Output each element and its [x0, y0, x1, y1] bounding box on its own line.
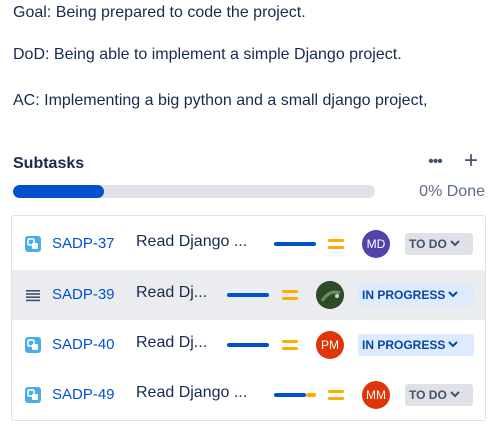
subtask-icon [25, 387, 41, 403]
chevron-down-icon [450, 240, 460, 247]
medium-priority-icon [274, 242, 316, 246]
subtasks-heading: Subtasks [13, 155, 85, 172]
medium-priority-icon [227, 293, 269, 297]
subtask-key[interactable]: SADP-37 [52, 235, 115, 252]
medium-priority-icon [227, 343, 269, 347]
avatar-initials: PM [321, 338, 339, 352]
subtask-row[interactable]: SADP-40 Read Dj... PM IN PROGRESS [12, 320, 485, 370]
rank-equal-icon [282, 340, 298, 350]
goal-text: Goal: Being prepared to code the project… [13, 4, 306, 21]
status-label: IN PROGRESS [362, 288, 446, 302]
subtasks-progress-fill [13, 185, 104, 198]
subtask-summary[interactable]: Read Django ... [136, 384, 266, 402]
subtask-icon [25, 337, 41, 353]
avatar[interactable]: MM [362, 381, 390, 409]
acceptance-criteria-text: AC: Implementing a big python and a smal… [13, 92, 428, 109]
rank-equal-icon [282, 290, 298, 300]
avatar-initials: MM [366, 388, 386, 402]
status-dropdown[interactable]: IN PROGRESS [358, 334, 474, 356]
subtasks-progress-bar [13, 185, 375, 198]
status-dropdown[interactable]: TO DO [405, 233, 473, 255]
subtask-row[interactable]: SADP-39 Read Dj... IN PROGRESS [12, 270, 485, 320]
more-actions-button[interactable]: ••• [424, 150, 446, 174]
chevron-down-icon [448, 341, 459, 348]
status-label: IN PROGRESS [362, 338, 446, 352]
dod-text: DoD: Being able to implement a simple Dj… [13, 46, 402, 63]
drag-handle-icon[interactable] [25, 287, 41, 303]
avatar[interactable]: PM [316, 331, 344, 359]
status-label: TO DO [409, 388, 447, 402]
rank-equal-icon [328, 390, 344, 400]
medium-priority-icon [274, 393, 316, 397]
subtask-summary[interactable]: Read Dj... [136, 284, 214, 302]
subtask-key[interactable]: SADP-49 [52, 386, 115, 403]
status-label: TO DO [409, 237, 447, 251]
avatar[interactable]: MD [362, 230, 390, 258]
avatar[interactable] [316, 281, 344, 309]
subtask-row[interactable]: SADP-49 Read Django ... MM TO DO [12, 370, 485, 420]
subtask-key[interactable]: SADP-40 [52, 336, 115, 353]
chevron-down-icon [450, 391, 460, 398]
subtasks-list: SADP-37 Read Django ... MD TO DO SADP-39… [11, 215, 486, 421]
subtask-icon [25, 236, 41, 252]
subtask-row[interactable]: SADP-37 Read Django ... MD TO DO [12, 219, 485, 269]
status-dropdown[interactable]: TO DO [405, 384, 473, 406]
subtask-summary[interactable]: Read Dj... [136, 334, 214, 352]
add-subtask-button[interactable]: + [459, 148, 483, 174]
subtask-summary[interactable]: Read Django ... [136, 233, 266, 251]
rank-equal-icon [328, 239, 344, 249]
subtasks-progress-label: 0% Done [419, 183, 485, 200]
avatar-initials: MD [366, 237, 386, 251]
avatar-photo-icon [316, 281, 344, 309]
chevron-down-icon [448, 291, 459, 298]
subtask-key[interactable]: SADP-39 [52, 286, 115, 303]
status-dropdown[interactable]: IN PROGRESS [358, 284, 474, 306]
